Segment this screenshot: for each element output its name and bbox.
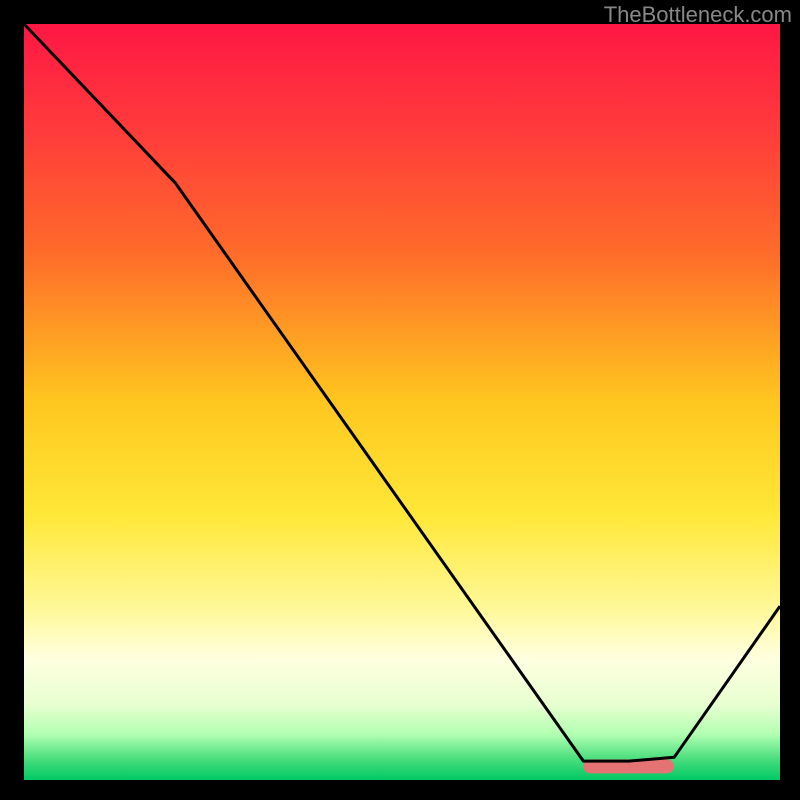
bottleneck-chart <box>24 24 780 780</box>
attribution-text: TheBottleneck.com <box>604 2 792 28</box>
chart-background <box>24 24 780 780</box>
chart-svg <box>24 24 780 780</box>
